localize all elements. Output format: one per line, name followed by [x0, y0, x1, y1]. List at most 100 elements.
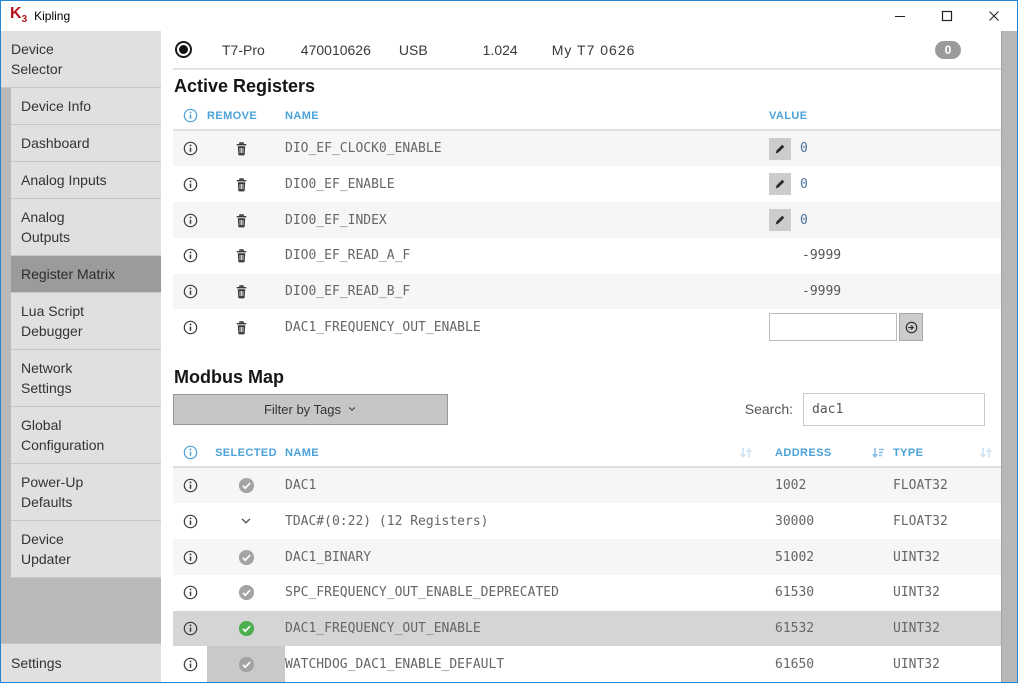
type-column-header[interactable]: TYPE — [893, 447, 971, 459]
info-icon[interactable] — [173, 585, 207, 600]
info-icon[interactable] — [173, 284, 207, 299]
sidebar-item-label: Settings — [11, 655, 62, 671]
minimize-button[interactable] — [876, 1, 923, 31]
register-type: FLOAT32 — [893, 514, 971, 529]
selected-column-header[interactable]: SELECTED — [207, 440, 285, 466]
info-icon[interactable] — [173, 141, 207, 156]
modbus-row[interactable]: SPC_FREQUENCY_OUT_ENABLE_DEPRECATED 6153… — [173, 575, 1001, 611]
info-icon[interactable] — [173, 550, 207, 565]
sidebar-item-label: Global Configuration — [21, 415, 116, 455]
register-name: DIO0_EF_READ_A_F — [285, 248, 761, 263]
sidebar-item-network-settings[interactable]: Network Settings — [11, 350, 161, 407]
edit-value-button[interactable] — [769, 138, 791, 160]
trash-icon[interactable] — [207, 177, 285, 192]
sidebar-item-dashboard[interactable]: Dashboard — [11, 125, 161, 162]
active-register-row: DIO0_EF_INDEX 0 — [173, 202, 1001, 238]
sidebar-item-register-matrix[interactable]: Register Matrix — [11, 256, 161, 293]
kipling-logo-icon: K3 — [10, 6, 27, 25]
info-icon[interactable] — [173, 657, 207, 672]
register-type: UINT32 — [893, 585, 971, 600]
modbus-row[interactable]: WATCHDOG_DAC1_ENABLE_DEFAULT 61650 UINT3… — [173, 646, 1001, 682]
register-name: DIO_EF_CLOCK0_ENABLE — [285, 141, 761, 156]
info-icon[interactable] — [173, 478, 207, 493]
remove-column-header[interactable]: REMOVE — [207, 110, 285, 122]
edit-value-button[interactable] — [769, 173, 791, 195]
active-registers-header: REMOVE NAME VALUE — [173, 103, 1001, 131]
close-button[interactable] — [970, 1, 1017, 31]
chevron-down-icon[interactable] — [207, 503, 285, 539]
trash-icon[interactable] — [207, 213, 285, 228]
modbus-row[interactable]: DAC1_BINARY 51002 UINT32 — [173, 539, 1001, 575]
search-input[interactable] — [803, 393, 985, 426]
write-value-button[interactable] — [899, 313, 923, 341]
address-column-header[interactable]: ADDRESS — [763, 447, 863, 459]
register-address: 61530 — [763, 585, 863, 600]
sidebar: Device Selector Device Info Dashboard An… — [1, 31, 161, 682]
sidebar-item-analog-inputs[interactable]: Analog Inputs — [11, 162, 161, 199]
sidebar-item-label: Device Info — [21, 96, 116, 116]
modbus-row[interactable]: DAC1 1002 FLOAT32 — [173, 468, 1001, 504]
check-circle-icon[interactable] — [207, 468, 285, 504]
write-value-input[interactable] — [769, 313, 897, 341]
info-header-icon[interactable] — [173, 445, 207, 460]
name-column-header[interactable]: NAME — [285, 447, 729, 459]
modbus-table-header: SELECTED NAME ADDRESS TYPE — [173, 440, 1001, 468]
sidebar-item-label: Dashboard — [21, 133, 116, 153]
trash-icon[interactable] — [207, 141, 285, 156]
modbus-map-title: Modbus Map — [174, 366, 1001, 388]
register-name: SPC_FREQUENCY_OUT_ENABLE_DEPRECATED — [285, 585, 729, 600]
device-model: T7-Pro — [222, 42, 265, 58]
trash-icon[interactable] — [207, 320, 285, 335]
check-circle-icon[interactable] — [207, 646, 285, 682]
trash-icon[interactable] — [207, 284, 285, 299]
info-icon[interactable] — [173, 213, 207, 228]
chevron-down-icon — [347, 404, 357, 414]
info-header-icon[interactable] — [173, 108, 207, 123]
modbus-row[interactable]: TDAC#(0:22) (12 Registers) 30000 FLOAT32 — [173, 503, 1001, 539]
edit-value-button[interactable] — [769, 209, 791, 231]
app-window: K3 Kipling Device Selector Device Info D… — [0, 0, 1018, 683]
register-type: FLOAT32 — [893, 478, 971, 493]
device-name: My T7 0626 — [552, 42, 636, 58]
trash-icon[interactable] — [207, 248, 285, 263]
register-type: UINT32 — [893, 621, 971, 636]
sort-type-icon[interactable] — [971, 445, 1001, 461]
register-address: 51002 — [763, 550, 863, 565]
register-value: -9999 — [802, 248, 841, 263]
register-name: DIO0_EF_READ_B_F — [285, 284, 761, 299]
sort-name-icon[interactable] — [729, 445, 763, 461]
filter-by-tags-button[interactable]: Filter by Tags — [173, 394, 448, 425]
sidebar-item-global-configuration[interactable]: Global Configuration — [11, 407, 161, 464]
name-column-header[interactable]: NAME — [285, 110, 761, 122]
sidebar-item-device-selector[interactable]: Device Selector — [1, 31, 161, 88]
sidebar-item-analog-outputs[interactable]: Analog Outputs — [11, 199, 161, 256]
maximize-button[interactable] — [923, 1, 970, 31]
vertical-scrollbar[interactable] — [1001, 31, 1017, 682]
pencil-icon — [774, 214, 786, 226]
device-radio-icon[interactable] — [175, 41, 192, 58]
status-badge: 0 — [935, 41, 961, 59]
device-connection: USB — [399, 42, 428, 58]
sort-address-icon[interactable] — [863, 445, 893, 461]
info-icon[interactable] — [173, 248, 207, 263]
sidebar-item-lua-script-debugger[interactable]: Lua Script Debugger — [11, 293, 161, 350]
check-circle-icon[interactable] — [207, 539, 285, 575]
modbus-row-selected[interactable]: DAC1_FREQUENCY_OUT_ENABLE 61532 UINT32 — [173, 611, 1001, 647]
info-icon[interactable] — [173, 621, 207, 636]
sidebar-item-settings[interactable]: Settings — [1, 643, 161, 682]
info-icon[interactable] — [173, 514, 207, 529]
value-column-header[interactable]: VALUE — [761, 110, 1001, 122]
check-circle-icon-green[interactable] — [207, 611, 285, 647]
sidebar-item-device-info[interactable]: Device Info — [11, 88, 161, 125]
sidebar-item-power-up-defaults[interactable]: Power-Up Defaults — [11, 464, 161, 521]
check-circle-icon[interactable] — [207, 575, 285, 611]
info-icon[interactable] — [173, 177, 207, 192]
sidebar-item-device-updater[interactable]: Device Updater — [11, 521, 161, 578]
minimize-icon — [894, 10, 906, 22]
sidebar-item-label: Device Selector — [11, 39, 106, 79]
close-icon — [988, 10, 1000, 22]
register-name: DIO0_EF_INDEX — [285, 213, 761, 228]
sidebar-item-label: Power-Up Defaults — [21, 472, 116, 512]
device-serial: 470010626 — [301, 42, 371, 58]
info-icon[interactable] — [173, 320, 207, 335]
